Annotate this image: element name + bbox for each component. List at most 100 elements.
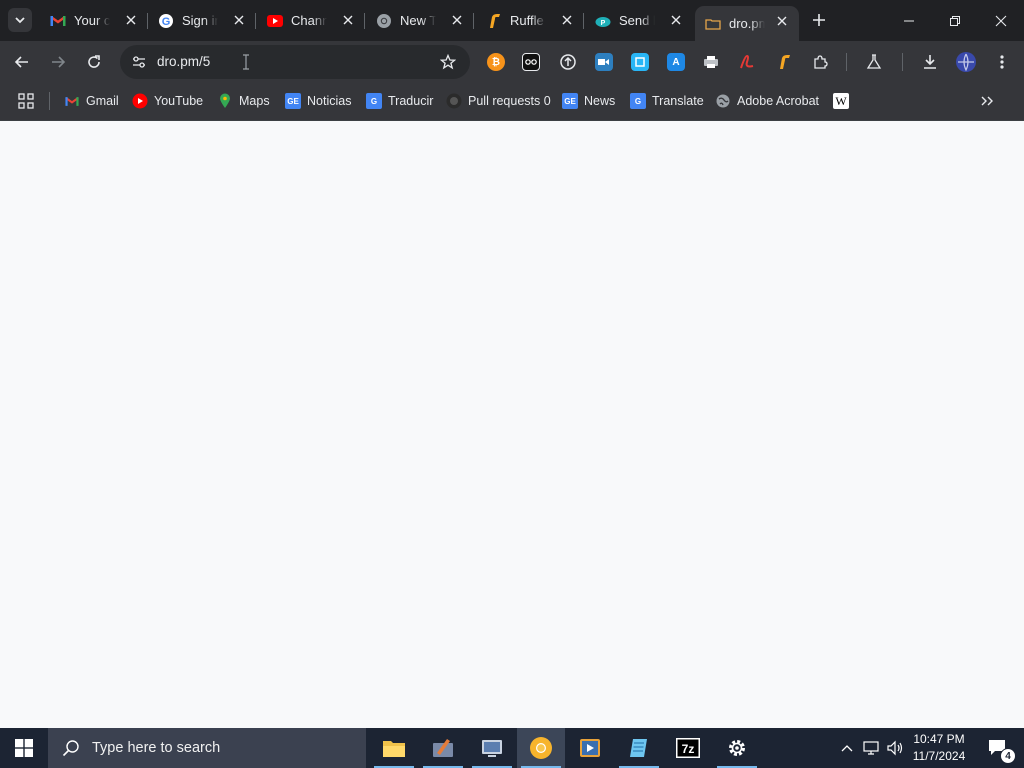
- plus-icon: [813, 14, 825, 26]
- tab-send-link[interactable]: P Send le: [585, 0, 693, 41]
- tab-gmail[interactable]: Your cl: [40, 0, 148, 41]
- bookmark-translate[interactable]: G Translate: [630, 91, 704, 111]
- taskbar-app-pencil[interactable]: [419, 728, 467, 768]
- tab-separator: [255, 13, 256, 29]
- tab-title: dro.pm: [729, 16, 765, 31]
- print-ext-icon[interactable]: [702, 53, 720, 71]
- bookmark-adobe-acrobat[interactable]: Adobe Acrobat: [715, 91, 819, 111]
- new-tab-button[interactable]: [808, 9, 830, 31]
- close-icon[interactable]: [775, 14, 789, 28]
- bookmarks-bar: Gmail YouTube Maps GE Noticias G Traduci…: [0, 83, 1024, 121]
- puzzle-icon[interactable]: [811, 53, 829, 71]
- acrobat-ext-icon[interactable]: [738, 53, 756, 71]
- labs-button[interactable]: [862, 50, 886, 74]
- menu-button[interactable]: [990, 50, 1014, 74]
- minimize-button[interactable]: [886, 0, 932, 41]
- network-button[interactable]: [860, 728, 884, 768]
- bookmark-news[interactable]: GE News: [562, 91, 615, 111]
- tab-sign-in[interactable]: G Sign in: [148, 0, 256, 41]
- wikipedia-icon: W: [833, 93, 849, 109]
- arrow-right-icon: [52, 56, 66, 68]
- chrome-window: Your cl G Sign in Channe New Ta: [0, 0, 1024, 768]
- site-info-button[interactable]: [128, 51, 150, 73]
- reload-button[interactable]: [82, 50, 106, 74]
- speaker-icon: [887, 740, 903, 756]
- start-button[interactable]: [0, 728, 48, 768]
- close-icon[interactable]: [669, 13, 683, 27]
- close-icon[interactable]: [232, 13, 246, 27]
- taskbar-search-box[interactable]: Type here to search: [48, 728, 366, 768]
- bookmark-youtube[interactable]: YouTube: [132, 91, 203, 111]
- reload-icon: [88, 55, 100, 68]
- forward-button[interactable]: [46, 50, 70, 74]
- bookmarks-overflow-button[interactable]: [980, 91, 994, 111]
- close-icon[interactable]: [124, 13, 138, 27]
- translate-ext-icon[interactable]: A: [667, 53, 685, 71]
- taskbar-chrome[interactable]: [517, 728, 565, 768]
- restore-button[interactable]: [932, 0, 978, 41]
- bookmark-label: Noticias: [307, 94, 352, 108]
- taskbar-clock[interactable]: 10:47 PM 11/7/2024: [904, 731, 974, 765]
- taskbar-file-explorer[interactable]: [370, 728, 418, 768]
- profile-avatar[interactable]: [954, 50, 978, 74]
- flask-icon: [866, 54, 882, 69]
- clock-time: 10:47 PM: [913, 732, 965, 746]
- chevron-up-icon: [841, 745, 853, 752]
- tab-ruffle[interactable]: Ruffle: [476, 0, 584, 41]
- tab-title: Channe: [291, 13, 327, 28]
- tab-strip: Your cl G Sign in Channe New Ta: [0, 0, 1024, 41]
- circle-arrow-ext-icon[interactable]: [559, 53, 577, 71]
- pencil-app-icon: [433, 739, 453, 757]
- tab-new-tab[interactable]: New Ta: [366, 0, 474, 41]
- bookmark-star-button[interactable]: [438, 52, 458, 72]
- address-bar[interactable]: dro.pm/5: [120, 45, 470, 79]
- search-placeholder: Type here to search: [92, 740, 221, 756]
- bookmark-traducir[interactable]: G Traducir: [366, 91, 433, 111]
- gmail-icon: [64, 93, 80, 109]
- close-icon[interactable]: [341, 13, 355, 27]
- close-icon[interactable]: [560, 13, 574, 27]
- toolbar-separator: [846, 53, 847, 71]
- taskbar-settings[interactable]: [713, 728, 761, 768]
- tune-icon: [133, 56, 145, 68]
- tab-dro-pm[interactable]: dro.pm: [695, 6, 799, 41]
- google-translate-icon: G: [630, 93, 646, 109]
- taskbar-media-player[interactable]: [566, 728, 614, 768]
- taskbar-notepad[interactable]: [615, 728, 663, 768]
- search-icon: [62, 740, 79, 757]
- bookmark-wikipedia[interactable]: W: [833, 91, 855, 111]
- google-translate-icon: G: [366, 93, 382, 109]
- back-button[interactable]: [10, 50, 34, 74]
- windows-logo-icon: [15, 739, 33, 757]
- bookmarks-separator: [49, 92, 50, 110]
- square-ext-icon[interactable]: [631, 53, 649, 71]
- tab-title: Send le: [619, 13, 655, 28]
- tab-search-button[interactable]: [8, 8, 32, 32]
- google-news-icon: GE: [562, 93, 578, 109]
- bookmark-pull-requests[interactable]: Pull requests 0: [446, 91, 551, 111]
- bookmark-maps[interactable]: Maps: [217, 91, 270, 111]
- ruffle-ext-icon[interactable]: [775, 53, 793, 71]
- media-player-icon: [580, 739, 600, 757]
- taskbar-7zip[interactable]: 7z: [664, 728, 712, 768]
- url-text[interactable]: dro.pm/5: [157, 54, 210, 69]
- downloads-button[interactable]: [918, 50, 942, 74]
- notepad-icon: [630, 739, 647, 757]
- close-window-button[interactable]: [978, 0, 1024, 41]
- bookmark-gmail[interactable]: Gmail: [64, 91, 119, 111]
- apps-button[interactable]: [18, 91, 34, 111]
- tab-youtube-channel[interactable]: Channe: [257, 0, 365, 41]
- bitcoin-ext-icon[interactable]: ₿: [487, 53, 505, 71]
- show-hidden-icons-button[interactable]: [836, 728, 858, 768]
- action-center-button[interactable]: 4: [978, 728, 1018, 768]
- gear-icon: [729, 740, 745, 756]
- gmail-icon: [50, 13, 66, 29]
- meet-ext-icon[interactable]: [595, 53, 613, 71]
- eyes-ext-icon[interactable]: [522, 53, 540, 71]
- bookmark-noticias[interactable]: GE Noticias: [285, 91, 351, 111]
- text-cursor-icon: [242, 54, 250, 70]
- taskbar-app-monitor[interactable]: [468, 728, 516, 768]
- close-icon[interactable]: [450, 13, 464, 27]
- restore-icon: [950, 15, 960, 26]
- volume-button[interactable]: [884, 728, 906, 768]
